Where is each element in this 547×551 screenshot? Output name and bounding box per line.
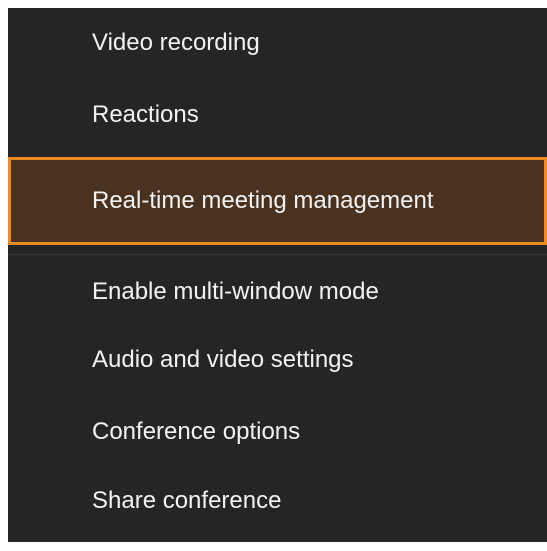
menu-item-conference-options[interactable]: Conference options: [8, 416, 547, 448]
menu-item-real-time-meeting-management[interactable]: Real-time meeting management: [8, 157, 547, 245]
menu-item-share-conference[interactable]: Share conference: [8, 485, 547, 517]
menu-item-enable-multi-window-mode[interactable]: Enable multi-window mode: [8, 276, 547, 308]
menu-divider: [8, 254, 547, 255]
menu-item-audio-and-video-settings[interactable]: Audio and video settings: [8, 344, 547, 376]
context-menu: Video recording Reactions Real-time meet…: [8, 8, 547, 542]
menu-item-reactions[interactable]: Reactions: [8, 99, 547, 131]
menu-item-video-recording[interactable]: Video recording: [8, 27, 547, 59]
